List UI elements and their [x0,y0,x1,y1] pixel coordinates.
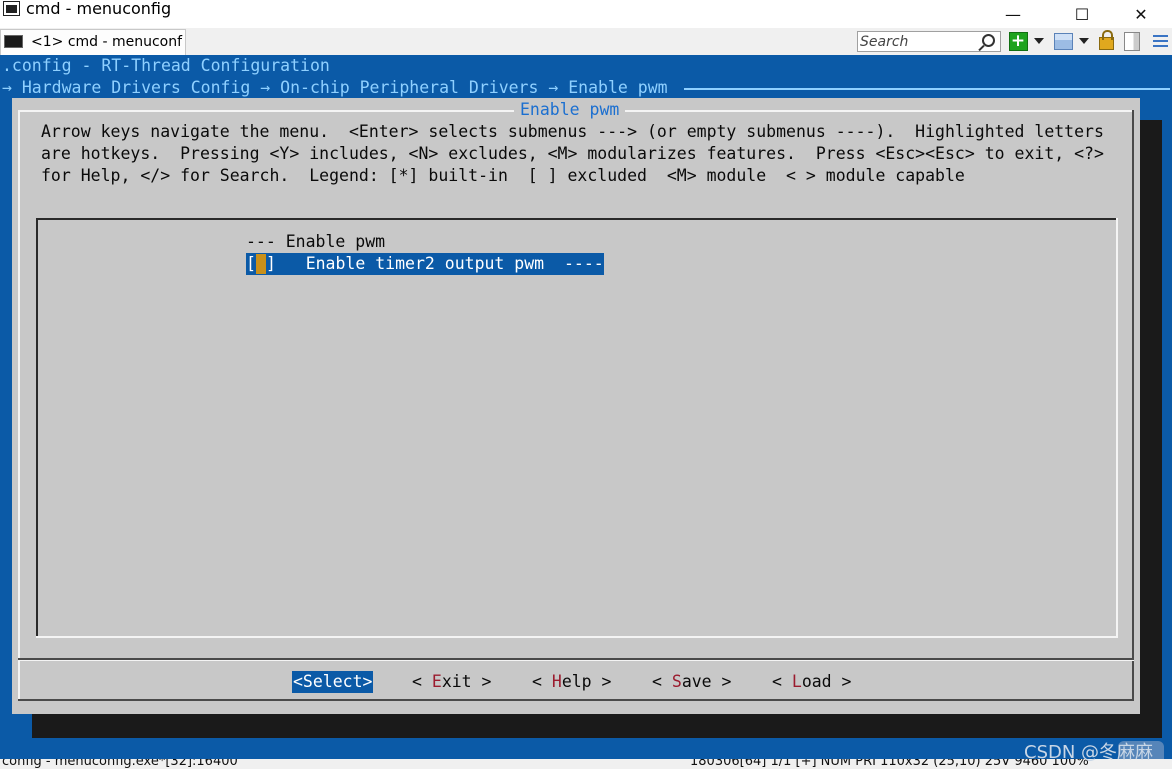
layout-dropdown[interactable] [1077,31,1091,51]
close-button[interactable]: ✕ [1118,0,1164,28]
dialog-title: Enable pwm [514,99,626,121]
checkbox-close-bracket: ] [265,254,306,273]
status-left: config - menuconfig.exe*[32]:16400 [2,759,238,769]
tab-toolbar: <1> cmd - menuconf + [0,28,1172,55]
minimize-button[interactable]: — [990,0,1036,28]
menu-box-border-left [36,218,38,638]
chevron-down-icon [1079,38,1089,44]
button-hotkey: H [551,672,562,691]
button-bracket: < [652,672,672,691]
help-button[interactable]: < Help > [532,671,611,693]
save-button[interactable]: < Save > [652,671,731,693]
maximize-button[interactable]: ☐ [1059,0,1105,28]
button-hotkey: S [671,672,682,691]
dialog-border-bottom [18,699,1134,701]
button-label: ave > [681,672,732,691]
menu-dialog: Enable pwm Arrow keys navigate the menu.… [12,98,1140,714]
search-input[interactable] [860,32,978,51]
menu-box-border-top [36,218,1118,220]
button-bracket: < [532,672,552,691]
panel-button[interactable] [1122,31,1142,51]
console-tab-label: <1> cmd - menuconf [31,34,183,50]
dialog-shadow-bottom [32,714,1162,738]
terminal-area[interactable]: .config - RT-Thread Configuration → Hard… [0,55,1172,769]
help-line: for Help, </> for Search. Legend: [*] bu… [41,166,965,185]
button-label: elp > [561,672,612,691]
layout-button[interactable] [1052,31,1074,51]
window-titlebar: cmd - menuconfig — ☐ ✕ [0,0,1172,28]
config-title: .config - RT-Thread Configuration [2,56,330,75]
breadcrumb: → Hardware Drivers Config → On-chip Peri… [2,78,668,97]
console-app-icon [3,1,20,16]
button-label: oad > [801,672,852,691]
button-hotkey: L [791,672,802,691]
button-separator-highlight [18,660,1134,661]
dialog-border-left [18,110,20,700]
main-menu-button[interactable] [1151,31,1169,51]
status-bar: config - menuconfig.exe*[32]:16400 18030… [0,759,1172,769]
menu-item-enable-pwm[interactable]: --- Enable pwm [246,231,385,253]
menu-list-box: --- Enable pwm [] Enable timer2 output p… [36,218,1118,638]
lock-icon [1098,30,1114,50]
help-line: Arrow keys navigate the menu. <Enter> se… [41,122,1104,141]
button-bracket: < [412,672,432,691]
window-title: cmd - menuconfig [26,0,172,18]
menu-item-label: nable timer2 output pwm ---- [315,254,604,273]
button-bracket: < [772,672,792,691]
help-text: Arrow keys navigate the menu. <Enter> se… [41,121,1104,187]
text-cursor [255,254,266,274]
search-icon[interactable] [982,34,995,47]
new-console-button[interactable]: + [1008,31,1028,51]
button-label: xit > [441,672,492,691]
dialog-border-right [1132,110,1134,700]
dialog-shadow-right [1140,120,1162,738]
panel-icon [1124,31,1140,51]
menu-box-border-right [1116,218,1118,638]
lock-button[interactable] [1097,30,1115,51]
select-button[interactable]: <Select> [292,671,374,693]
chevron-down-icon [1034,38,1044,44]
breadcrumb-rule [684,88,1170,90]
plus-icon: + [1008,31,1028,51]
new-console-dropdown[interactable] [1032,31,1046,51]
checkbox-open-bracket: [ [246,254,256,273]
console-tab-icon [4,35,23,48]
menu-item-enable-timer2-pwm[interactable]: [] Enable timer2 output pwm ---- [246,253,604,275]
search-box[interactable] [857,31,1001,52]
button-hotkey: E [431,672,442,691]
watermark: CSDN @冬麻麻 [1024,742,1154,763]
hamburger-menu-icon [1152,34,1168,48]
load-button[interactable]: < Load > [772,671,851,693]
menu-item-hotkey: E [305,254,316,273]
menu-box-border-bottom [36,636,1118,638]
exit-button[interactable]: < Exit > [412,671,491,693]
layout-icon [1053,32,1073,50]
help-line: are hotkeys. Pressing <Y> includes, <N> … [41,144,1104,163]
console-tab[interactable]: <1> cmd - menuconf [0,29,186,55]
